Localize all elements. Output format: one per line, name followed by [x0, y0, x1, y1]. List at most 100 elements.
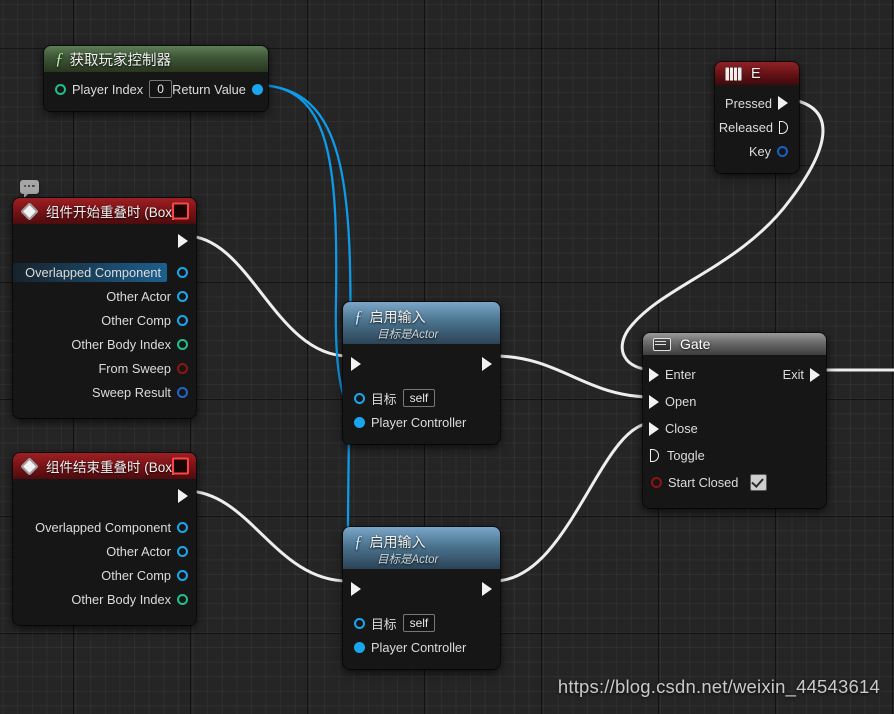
object-pin-icon[interactable] — [177, 314, 188, 326]
exec-out-pin-icon[interactable] — [482, 582, 492, 596]
object-pin-icon[interactable] — [354, 392, 365, 404]
pin-released[interactable]: Released — [719, 120, 788, 135]
object-pin-icon[interactable] — [177, 569, 188, 581]
comment-bubble-icon[interactable] — [20, 180, 39, 198]
exec-pin-icon[interactable] — [778, 96, 788, 110]
object-pin-icon[interactable] — [177, 545, 188, 557]
event-diamond-icon — [20, 456, 39, 476]
node-body: Player Index 0 Return Value — [44, 72, 268, 111]
exec-pin-hollow-icon[interactable] — [779, 120, 788, 134]
struct-pin-icon[interactable] — [177, 386, 188, 398]
object-pin-icon[interactable] — [177, 290, 188, 302]
int-pin-icon[interactable] — [177, 338, 188, 350]
pin-row: Player Controller — [343, 635, 500, 659]
pin-overlapped-component[interactable]: Overlapped Component — [13, 262, 188, 282]
pin-exit[interactable]: Exit — [783, 367, 820, 382]
exec-pin-icon[interactable] — [649, 421, 659, 436]
node-body: Pressed Released Key — [715, 85, 799, 173]
target-value[interactable]: self — [402, 614, 436, 632]
pin-row-exec — [13, 228, 196, 254]
pin-close[interactable]: Close — [649, 421, 698, 436]
node-title: Gate — [680, 336, 711, 352]
int-pin-icon[interactable] — [55, 83, 66, 95]
pin-row: Start Closed — [643, 469, 826, 496]
pin-target[interactable]: 目标 self — [354, 389, 436, 408]
pin-player-controller[interactable]: Player Controller — [354, 415, 466, 430]
node-on-component-end-overlap[interactable]: 组件结束重叠时 (Box) Overlapped Component Other… — [13, 453, 196, 625]
start-closed-checkbox[interactable] — [750, 474, 768, 491]
pin-enter[interactable]: Enter — [649, 367, 696, 382]
node-title: 组件开始重叠时 (Box) — [46, 205, 177, 220]
node-get-player-controller[interactable]: ƒ 获取玩家控制器 Player Index 0 Return Value — [44, 46, 268, 111]
pin-player-controller[interactable]: Player Controller — [354, 640, 466, 655]
target-value[interactable]: self — [402, 389, 436, 407]
pin-player-index[interactable]: Player Index 0 — [55, 80, 173, 98]
node-body: Overlapped Component Other Actor Other C… — [13, 224, 196, 418]
exec-pin-icon[interactable] — [178, 489, 188, 503]
object-pin-icon[interactable] — [354, 617, 365, 629]
pin-row: Other Actor — [13, 284, 196, 308]
pin-other-comp[interactable]: Other Comp — [101, 568, 188, 583]
blueprint-graph-canvas[interactable]: ƒ 获取玩家控制器 Player Index 0 Return Value E — [0, 0, 894, 714]
pin-other-body-index[interactable]: Other Body Index — [71, 592, 188, 607]
pin-row: Other Comp — [13, 563, 196, 587]
object-pin-icon[interactable] — [251, 83, 263, 95]
exec-pin-icon[interactable] — [810, 367, 820, 382]
pin-row: Sweep Result — [13, 380, 196, 404]
exec-pin-icon[interactable] — [649, 394, 659, 409]
pin-sweep-result[interactable]: Sweep Result — [92, 385, 188, 400]
pin-start-closed[interactable]: Start Closed — [651, 474, 768, 491]
int-pin-icon[interactable] — [177, 593, 188, 605]
bool-pin-icon[interactable] — [651, 477, 662, 488]
pin-other-actor[interactable]: Other Actor — [106, 544, 188, 559]
pin-from-sweep[interactable]: From Sweep — [98, 361, 188, 376]
pin-return-value[interactable]: Return Value — [172, 82, 263, 97]
node-header: E — [715, 62, 799, 85]
node-title: 启用输入 — [369, 533, 426, 550]
object-pin-icon[interactable] — [177, 521, 188, 533]
node-on-component-begin-overlap[interactable]: 组件开始重叠时 (Box) Overlapped Component Other… — [13, 198, 196, 418]
stop-button-icon[interactable] — [172, 457, 189, 475]
exec-pin-icon[interactable] — [178, 234, 188, 248]
key-struct-pin-icon[interactable] — [777, 145, 788, 157]
pin-row: Player Controller — [343, 410, 500, 434]
object-pin-icon[interactable] — [354, 641, 365, 653]
pin-open[interactable]: Open — [649, 394, 696, 409]
pin-row-exec — [343, 575, 500, 603]
exec-pin-hollow-icon[interactable] — [650, 449, 659, 462]
exec-pin-icon[interactable] — [649, 367, 659, 382]
pin-pressed[interactable]: Pressed — [725, 96, 788, 111]
bool-pin-icon[interactable] — [177, 362, 188, 374]
node-body: 目标 self Player Controller — [343, 569, 500, 669]
pin-toggle[interactable]: Toggle — [650, 448, 705, 463]
pin-key[interactable]: Key — [749, 144, 788, 159]
node-enable-input-1[interactable]: ƒ 启用输入 目标是Actor 目标 self Player Controlle… — [343, 302, 500, 444]
node-subtitle: 目标是Actor — [377, 328, 439, 341]
object-pin-icon[interactable] — [354, 416, 365, 428]
node-title: 启用输入 — [369, 308, 426, 325]
pin-row: Overlapped Component — [13, 515, 196, 539]
pin-other-actor[interactable]: Other Actor — [106, 289, 188, 304]
pin-row: Key — [715, 139, 799, 163]
node-header: ƒ 获取玩家控制器 — [44, 46, 268, 72]
gate-icon — [653, 337, 671, 351]
node-input-key-e[interactable]: E Pressed Released Key — [715, 62, 799, 173]
exec-out-pin-icon[interactable] — [482, 357, 492, 371]
node-title: 组件结束重叠时 (Box) — [46, 460, 177, 475]
pin-row: Other Actor — [13, 539, 196, 563]
exec-in-pin-icon[interactable] — [351, 357, 361, 371]
pin-overlapped-component[interactable]: Overlapped Component — [35, 520, 188, 535]
node-header: 组件开始重叠时 (Box) — [13, 198, 196, 224]
node-gate[interactable]: Gate Enter Exit Open Close Toggle Start … — [643, 333, 826, 508]
pin-other-body-index[interactable]: Other Body Index — [71, 337, 188, 352]
pin-target[interactable]: 目标 self — [354, 614, 436, 633]
exec-in-pin-icon[interactable] — [351, 582, 361, 596]
node-title: E — [751, 65, 761, 82]
object-pin-icon[interactable] — [177, 266, 188, 278]
pin-other-comp[interactable]: Other Comp — [101, 313, 188, 328]
stop-button-icon[interactable] — [172, 202, 189, 220]
keyboard-icon — [725, 66, 742, 81]
pin-row-exec — [13, 483, 196, 509]
node-enable-input-2[interactable]: ƒ 启用输入 目标是Actor 目标 self Player Controlle… — [343, 527, 500, 669]
player-index-value[interactable]: 0 — [149, 80, 173, 98]
